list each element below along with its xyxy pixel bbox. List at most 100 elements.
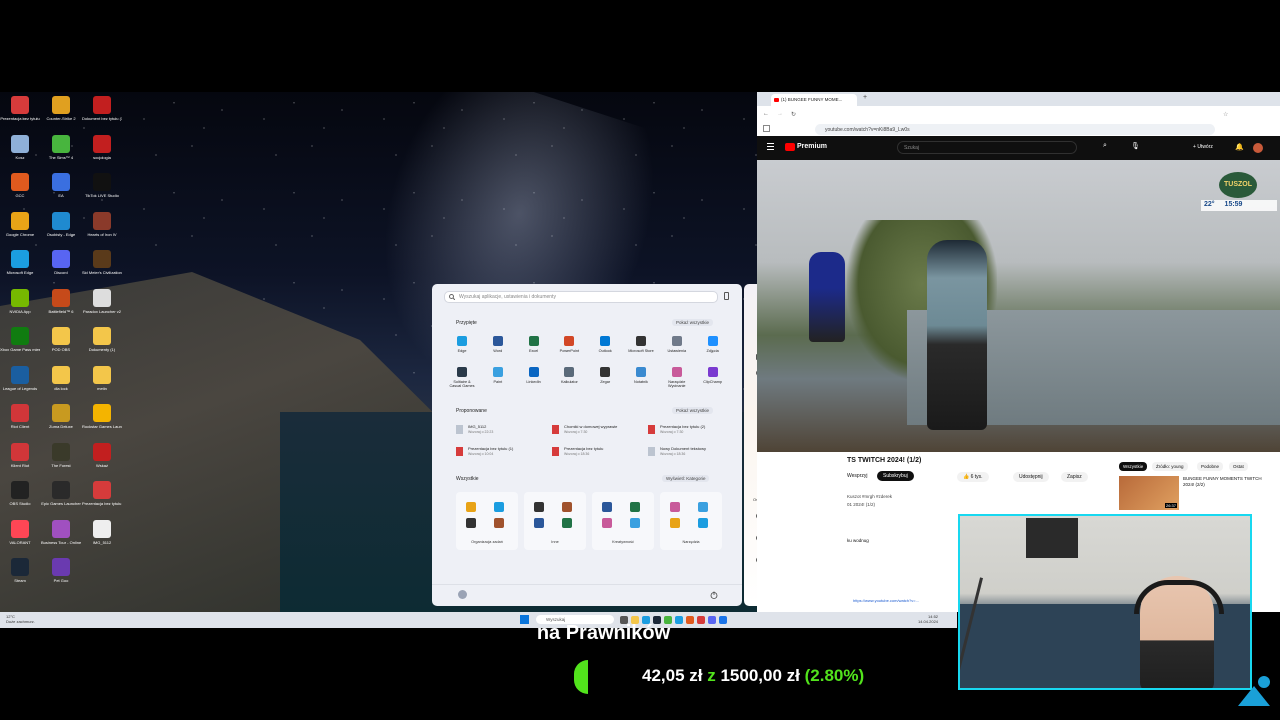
related-title[interactable]: BUNGEE FUNNY MOMENTS TWITCH 2024! (2/2) <box>1183 476 1273 488</box>
filter-chip[interactable]: Ostat <box>1229 462 1248 471</box>
all-apps-view-button[interactable]: Wyświetl: Kategorie <box>662 475 710 482</box>
reload-icon[interactable]: ↻ <box>791 111 796 118</box>
desktop-icon[interactable]: Prezentacja bez tytułu (2) <box>82 481 122 506</box>
desktop-icon[interactable]: The Sims™ 4 <box>41 134 81 160</box>
pinned-app[interactable]: Zdjęcia <box>698 336 728 353</box>
user-avatar[interactable] <box>458 590 467 599</box>
desktop-icon[interactable]: VALORANT <box>0 519 40 545</box>
desktop-icon[interactable]: dla lock <box>41 365 81 391</box>
desktop-icon[interactable]: Osobisty - Edge <box>41 211 81 237</box>
recommended-item[interactable]: IMG_5112 Wczoraj o 22:23 <box>456 424 546 438</box>
recommended-item[interactable]: Prezentacja bez tytułu (1) Wczoraj o 10:0… <box>456 446 546 460</box>
save-button[interactable]: Zapisz <box>1061 472 1088 482</box>
pinned-app[interactable]: Excel <box>519 336 549 353</box>
desktop-icon[interactable]: Pet Goo <box>41 558 81 583</box>
desktop-icon[interactable]: Dokument bez tytułu (1) <box>82 96 122 121</box>
desktop-icon[interactable]: TikTok LIVE Studio <box>82 173 122 198</box>
desktop-icon[interactable]: Battlefield™ 6 <box>41 288 81 314</box>
power-icon[interactable] <box>710 591 718 599</box>
desktop-icon[interactable]: OBS Studio <box>0 481 40 506</box>
bookmark-star-icon[interactable]: ☆ <box>1223 111 1228 118</box>
desktop-icon[interactable]: Riot Client <box>0 404 40 429</box>
desktop-icon[interactable]: EA <box>41 173 81 198</box>
desktop-icon[interactable]: Business Tour - Online Multiplay... <box>41 519 81 545</box>
start-search-input[interactable]: Wyszukaj aplikacje, ustawienia i dokumen… <box>444 291 718 303</box>
desktop-icon[interactable]: socjologia <box>82 134 122 160</box>
pinned-app[interactable]: Word <box>483 336 513 353</box>
desktop-icon[interactable]: Wskaź <box>82 442 122 468</box>
address-bar[interactable]: youtube.com/watch?v=nKi8Ba9_Lw0s <box>815 124 1215 135</box>
desktop-icon[interactable]: Kosz <box>0 134 40 160</box>
recommended-item[interactable]: Prezentacja bez tytułu Wczoraj o 18:36 <box>552 446 642 460</box>
apps-grid-icon[interactable] <box>763 125 770 132</box>
desktop-icon[interactable]: Microsoft Edge <box>0 250 40 275</box>
desktop-icon[interactable]: Sid Meier's Civilization VI <box>82 250 122 275</box>
subscribe-button[interactable]: Subskrybuj <box>877 471 914 481</box>
desktop-icon[interactable]: The Forest <box>41 442 81 468</box>
desktop-icon[interactable]: Klient Riot <box>0 442 40 468</box>
desktop-icon[interactable]: Prezentacja bez tytułu <box>0 96 40 121</box>
filter-chip[interactable]: Podobne <box>1197 462 1224 471</box>
app-category-folder[interactable]: Inne <box>524 492 586 550</box>
recommended-show-all-button[interactable]: Pokaż wszystkie <box>672 407 714 414</box>
desktop-icon[interactable]: NVIDIA App <box>0 288 40 314</box>
desktop-icon[interactable]: Hearts of Iron IV <box>82 211 122 237</box>
video-player[interactable]: TUSZOL 22° 15:59 <box>757 160 1280 452</box>
filter-chip[interactable]: Źródło: young <box>1152 462 1188 471</box>
desktop-icon[interactable]: Zuma Deluxe <box>41 404 81 429</box>
desktop-icon[interactable]: Paradox Launcher v2 <box>82 288 122 314</box>
desktop-icon[interactable]: POD OBS <box>41 327 81 352</box>
related-thumbnail[interactable]: 26:37 <box>1119 476 1179 510</box>
app-category-folder[interactable]: Narzędzia <box>660 492 722 550</box>
share-button[interactable]: Udostępnij <box>1013 472 1049 482</box>
back-icon[interactable]: ← <box>763 111 769 117</box>
join-button[interactable]: Wesprzyj <box>847 473 867 479</box>
pinned-app[interactable]: Paint <box>483 367 513 384</box>
menu-icon[interactable] <box>767 143 774 144</box>
tab-youtube[interactable]: (1) BUNGEE FUNNY MOME... <box>771 94 857 106</box>
recommended-item[interactable]: Prezentacja bez tytułu (2) Wczoraj o 7:30 <box>648 424 738 438</box>
mic-icon[interactable]: 🎙 <box>1131 142 1140 150</box>
pinned-app[interactable]: Solitaire & Casual Games <box>447 367 477 388</box>
like-button[interactable]: 👍 6 tys. <box>957 472 989 482</box>
create-button[interactable]: + Utwórz <box>1193 144 1213 150</box>
recommended-item[interactable]: Nowy Dokument tekstowy Wczoraj o 18:36 <box>648 446 738 460</box>
filter-chip[interactable]: Wszystkie <box>1119 462 1148 471</box>
pinned-app[interactable]: PowerPoint <box>554 336 584 353</box>
desktop-icon[interactable]: Counter-Strike 2 <box>41 96 81 121</box>
desktop-icon[interactable]: Rockstar Games Launcher <box>82 404 122 429</box>
pinned-app[interactable]: Microsoft Store <box>626 336 656 353</box>
pinned-app[interactable]: Notatnik <box>626 367 656 384</box>
pinned-app[interactable]: Ustawienia <box>662 336 692 353</box>
pinned-app[interactable]: LinkedIn <box>519 367 549 384</box>
desktop-icon[interactable]: Xbox Game Pass miesięc za darmo <box>0 327 40 352</box>
pinned-app[interactable]: Edge <box>447 336 477 353</box>
yt-search-input[interactable]: Szukaj <box>897 141 1077 154</box>
app-category-folder[interactable]: Kreatywność <box>592 492 654 550</box>
desktop-icon[interactable]: IMG_5112 <box>82 519 122 545</box>
app-category-folder[interactable]: Organizacja zadań <box>456 492 518 550</box>
desktop-icon[interactable]: Discord <box>41 250 81 275</box>
notifications-icon[interactable]: 🔔 <box>1235 143 1244 151</box>
desktop-icon[interactable]: GCC <box>0 173 40 198</box>
pinned-app[interactable]: Zegar <box>590 367 620 384</box>
new-tab-button[interactable]: + <box>863 94 867 101</box>
desktop-icon[interactable]: League of Legends <box>0 365 40 391</box>
forward-icon[interactable]: → <box>777 111 783 117</box>
desktop-icon[interactable]: Epic Games Launcher <box>41 481 81 506</box>
description-link[interactable]: https://www.youtube.com/watch?v=... <box>853 598 919 603</box>
recommended-item[interactable]: Chomiki w domowej wyprawie Wczoraj o 7:30 <box>552 424 642 438</box>
yt-search-icon[interactable]: ⌕ <box>1103 142 1107 150</box>
desktop-icon[interactable]: Google Chrome <box>0 211 40 237</box>
pinned-app[interactable]: Narzędzie Wycinanie <box>662 367 692 388</box>
desktop-icon[interactable]: Steam <box>0 558 40 583</box>
account-avatar[interactable] <box>1253 143 1263 153</box>
pin-toggle-icon[interactable] <box>724 292 729 300</box>
youtube-logo-icon[interactable] <box>785 143 795 151</box>
desktop-icon[interactable]: Dokumenty (1) <box>82 327 122 352</box>
pinned-app[interactable]: Outlook <box>590 336 620 353</box>
pinned-app[interactable]: Kalkulator <box>554 367 584 384</box>
desktop-icon[interactable]: metin <box>82 365 122 391</box>
pinned-app[interactable]: ClipChamp <box>698 367 728 384</box>
pinned-show-all-button[interactable]: Pokaż wszystkie <box>672 319 714 326</box>
